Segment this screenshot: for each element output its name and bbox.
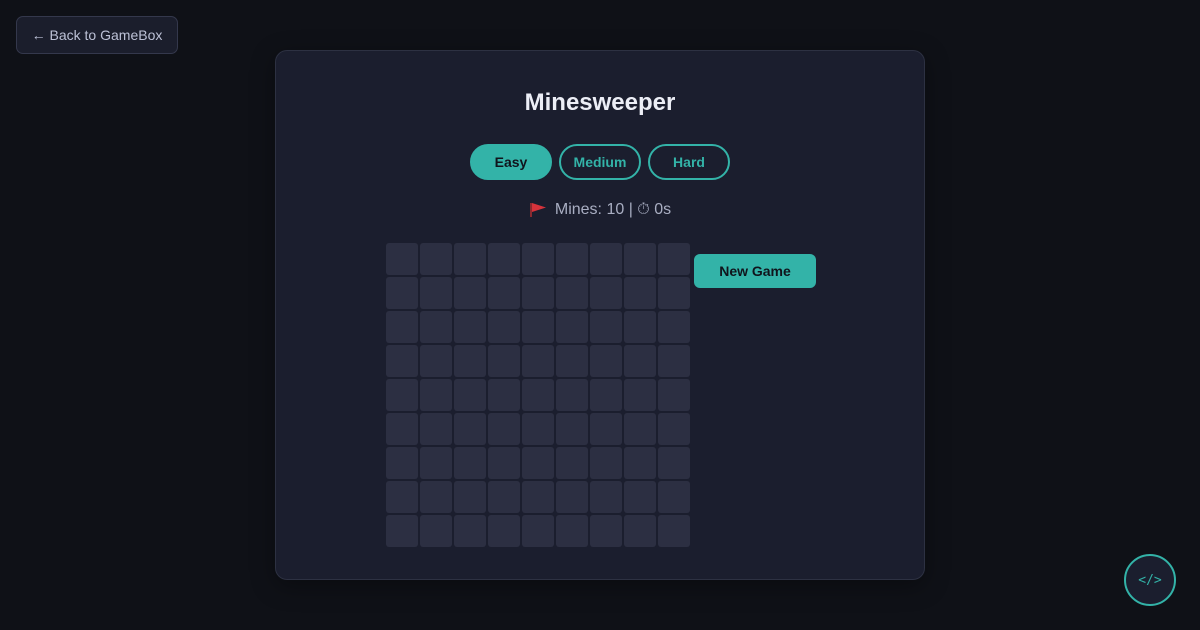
- board-cell[interactable]: [420, 515, 452, 547]
- code-icon: </>: [1138, 572, 1162, 588]
- board-cell[interactable]: [488, 515, 520, 547]
- new-game-button[interactable]: New Game: [694, 254, 816, 288]
- board-cell[interactable]: [624, 345, 656, 377]
- board-cell[interactable]: [454, 311, 486, 343]
- board-cell[interactable]: [590, 311, 622, 343]
- difficulty-selector: Easy Medium Hard: [276, 144, 924, 180]
- board-cell[interactable]: [624, 277, 656, 309]
- board-cell[interactable]: [420, 311, 452, 343]
- board-cell[interactable]: [386, 515, 418, 547]
- board-cell[interactable]: [522, 379, 554, 411]
- board-cell[interactable]: [454, 413, 486, 445]
- board-cell[interactable]: [658, 515, 690, 547]
- board-cell[interactable]: [386, 413, 418, 445]
- board-cell[interactable]: [522, 345, 554, 377]
- board-cell[interactable]: [522, 311, 554, 343]
- board-cell[interactable]: [556, 311, 588, 343]
- board-cell[interactable]: [624, 413, 656, 445]
- board-cell[interactable]: [386, 447, 418, 479]
- board-cell[interactable]: [590, 345, 622, 377]
- board-cell[interactable]: [556, 243, 588, 275]
- board-cell[interactable]: [590, 379, 622, 411]
- board-cell[interactable]: [624, 379, 656, 411]
- back-to-gamebox-button[interactable]: ← Back to GameBox: [16, 16, 178, 54]
- difficulty-easy-button[interactable]: Easy: [470, 144, 552, 180]
- board-cell[interactable]: [556, 413, 588, 445]
- board-cell[interactable]: [556, 345, 588, 377]
- board-cell[interactable]: [556, 447, 588, 479]
- board-cell[interactable]: [454, 515, 486, 547]
- board-cell[interactable]: [454, 447, 486, 479]
- board-cell[interactable]: [420, 277, 452, 309]
- board-cell[interactable]: [658, 481, 690, 513]
- board-cell[interactable]: [624, 515, 656, 547]
- board-cell[interactable]: [590, 277, 622, 309]
- difficulty-hard-button[interactable]: Hard: [648, 144, 730, 180]
- board-cell[interactable]: [658, 447, 690, 479]
- difficulty-medium-button[interactable]: Medium: [559, 144, 641, 180]
- flag-icon: [529, 203, 546, 217]
- board-cell[interactable]: [556, 379, 588, 411]
- board-cell[interactable]: [522, 243, 554, 275]
- board-cell[interactable]: [386, 311, 418, 343]
- board-cell[interactable]: [658, 311, 690, 343]
- view-code-button[interactable]: </>: [1124, 554, 1176, 606]
- board-cell[interactable]: [386, 243, 418, 275]
- board-cell[interactable]: [590, 413, 622, 445]
- board-cell[interactable]: [454, 379, 486, 411]
- board-cell[interactable]: [522, 277, 554, 309]
- board-cell[interactable]: [624, 447, 656, 479]
- board-cell[interactable]: [386, 345, 418, 377]
- board-cell[interactable]: [658, 379, 690, 411]
- board-cell[interactable]: [454, 481, 486, 513]
- game-panel: Minesweeper Easy Medium Hard Mines: 10 |…: [275, 50, 925, 580]
- board-cell[interactable]: [488, 243, 520, 275]
- board-cell[interactable]: [658, 345, 690, 377]
- board-cell[interactable]: [454, 277, 486, 309]
- board-cell[interactable]: [488, 311, 520, 343]
- board-cell[interactable]: [420, 447, 452, 479]
- board-cell[interactable]: [658, 413, 690, 445]
- board-cell[interactable]: [522, 481, 554, 513]
- board-cell[interactable]: [624, 481, 656, 513]
- board-cell[interactable]: [590, 515, 622, 547]
- board-cell[interactable]: [556, 481, 588, 513]
- board-cell[interactable]: [624, 311, 656, 343]
- board-cell[interactable]: [420, 345, 452, 377]
- board-cell[interactable]: [488, 379, 520, 411]
- board-cell[interactable]: [590, 243, 622, 275]
- board-cell[interactable]: [420, 379, 452, 411]
- board-cell[interactable]: [488, 447, 520, 479]
- board-cell[interactable]: [454, 243, 486, 275]
- board-cell[interactable]: [488, 413, 520, 445]
- board-cell[interactable]: [522, 515, 554, 547]
- board-cell[interactable]: [454, 345, 486, 377]
- board-cell[interactable]: [420, 413, 452, 445]
- board-cell[interactable]: [590, 447, 622, 479]
- board-cell[interactable]: [488, 481, 520, 513]
- board-cell[interactable]: [522, 447, 554, 479]
- board-cell[interactable]: [420, 243, 452, 275]
- board-cell[interactable]: [658, 243, 690, 275]
- board-cell[interactable]: [522, 413, 554, 445]
- board-cell[interactable]: [556, 277, 588, 309]
- board-cell[interactable]: [420, 481, 452, 513]
- board-cell[interactable]: [386, 379, 418, 411]
- board-cell[interactable]: [658, 277, 690, 309]
- game-status: Mines: 10 | ⏱ 0s: [276, 201, 924, 219]
- board-cell[interactable]: [488, 277, 520, 309]
- board-cell[interactable]: [386, 481, 418, 513]
- mines-timer-text: Mines: 10 | ⏱ 0s: [554, 201, 672, 218]
- board-cell[interactable]: [624, 243, 656, 275]
- board-cell[interactable]: [386, 277, 418, 309]
- board-cell[interactable]: [488, 345, 520, 377]
- back-button-label: ← Back to GameBox: [31, 27, 163, 43]
- board-cell[interactable]: [590, 481, 622, 513]
- page-title: Minesweeper: [524, 89, 676, 116]
- board-cell[interactable]: [556, 515, 588, 547]
- minesweeper-board: [386, 243, 690, 547]
